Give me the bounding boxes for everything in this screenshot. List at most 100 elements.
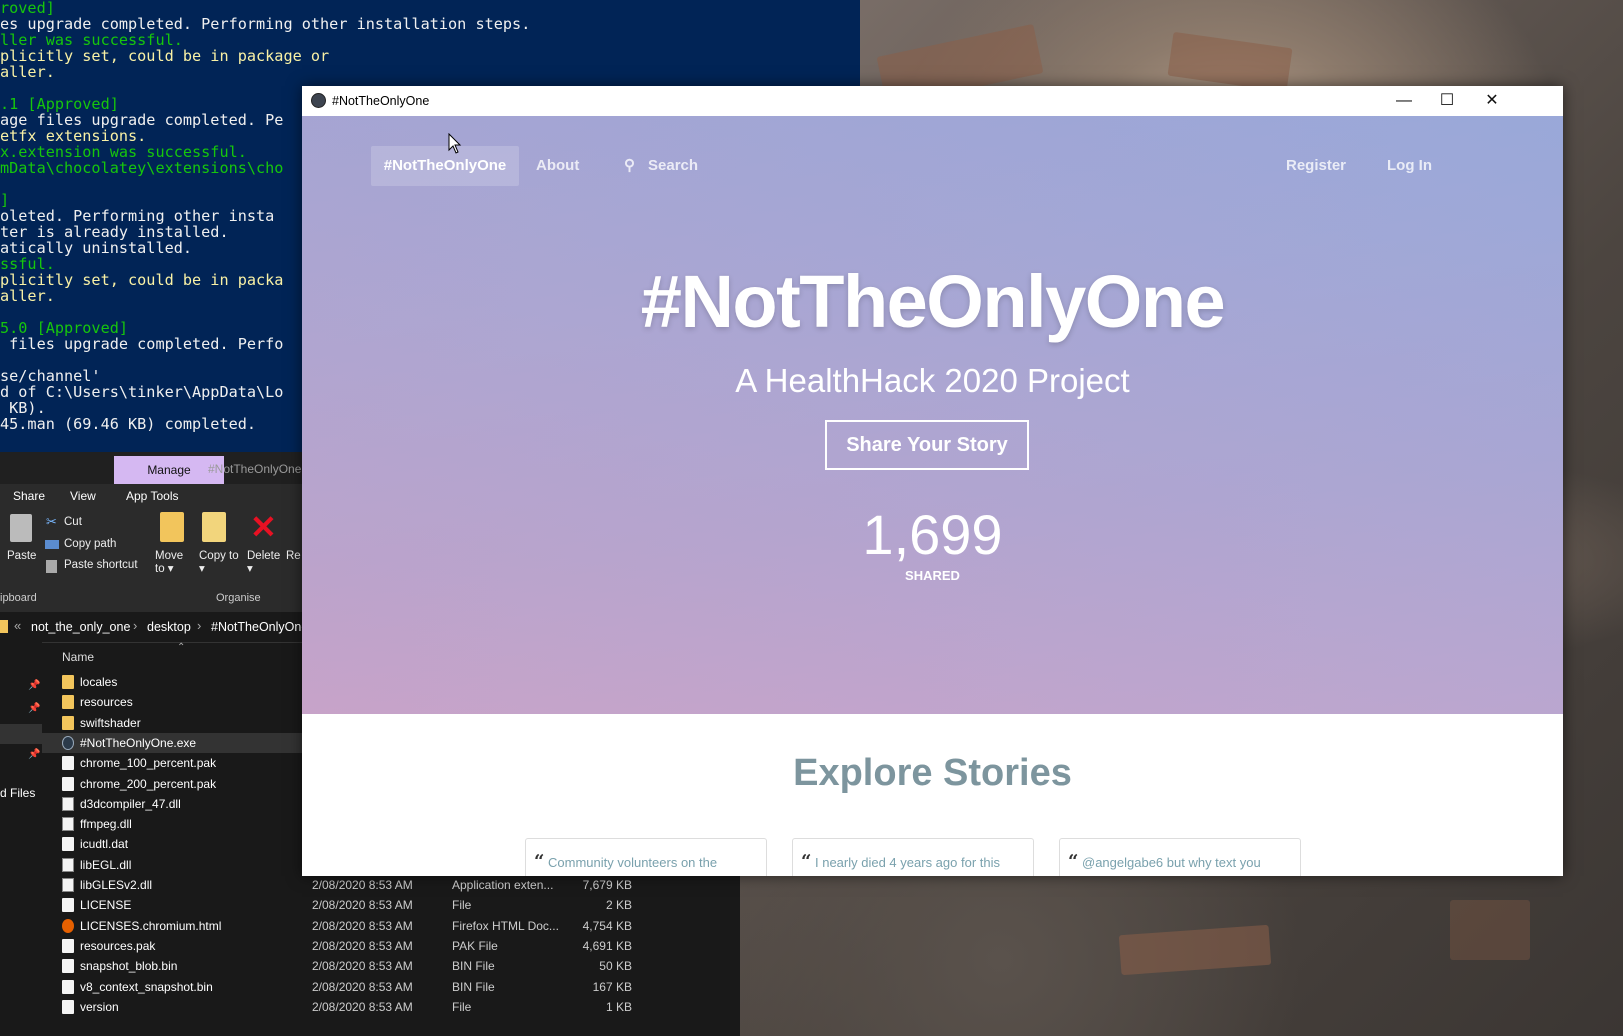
rename-button[interactable]: Re [286,550,301,562]
wallpaper-detail [1167,31,1293,93]
file-size: 50 KB [599,959,632,974]
tab-view[interactable]: View [70,489,96,503]
folder-icon [62,715,74,730]
file-type: Application exten... [452,878,554,892]
nav-login-link[interactable]: Log In [1387,157,1432,174]
paste-button[interactable]: Paste [7,550,36,562]
story-card[interactable]: “ I nearly died 4 years ago for this [792,838,1034,876]
nav-item-label[interactable]: d Files [0,786,35,800]
file-row[interactable]: version 2/08/2020 8:53 AM File 1 KB [42,997,740,1017]
chevron-left-icon: « [14,618,22,633]
hero-subtitle: A HealthHack 2020 Project [735,362,1130,399]
maximize-button[interactable]: ☐ [1424,86,1470,116]
share-your-story-button[interactable]: Share Your Story [825,420,1029,470]
firefox-icon [62,918,74,933]
file-size: 2 KB [605,898,632,913]
hero-title: #NotTheOnlyOne [640,260,1226,343]
file-row[interactable]: v8_context_snapshot.bin 2/08/2020 8:53 AM… [42,977,740,997]
column-header-name[interactable]: Name [62,650,94,664]
hero-gradient [302,116,1563,714]
nav-brand-link[interactable]: #NotTheOnlyOne [371,146,519,186]
file-row[interactable]: resources.pak 2/08/2020 8:53 AM PAK File 4,… [42,936,740,956]
file-name: swiftshader [80,715,141,730]
file-date: 2/08/2020 8:53 AM [312,938,413,953]
breadcrumb-item[interactable]: not_the_only_one [31,620,130,634]
organise-group-label: Organise [216,592,261,604]
file-icon [62,776,74,791]
paste-icon[interactable] [10,514,32,542]
file-name: resources [80,695,133,710]
story-excerpt[interactable]: @angelgabe6 but why text you [1082,855,1261,870]
breadcrumb-item[interactable]: #NotTheOnlyOne [211,620,308,634]
file-name: resources.pak [80,938,156,953]
move-to-button[interactable]: Move to ▾ [155,550,195,576]
file-name: ffmpeg.dll [80,817,132,832]
folder-icon [62,695,74,710]
app-content: #NotTheOnlyOne About ⚲ Search Register L… [302,116,1563,876]
file-name: snapshot_blob.bin [80,959,178,974]
wallpaper-detail [1450,900,1530,960]
file-name: LICENSE [80,898,132,913]
file-row[interactable]: snapshot_blob.bin 2/08/2020 8:53 AM BIN Fi… [42,956,740,976]
sort-up-icon: ⌃ [177,642,186,653]
copy-path-button[interactable]: Copy path [64,538,116,550]
file-name: LICENSES.chromium.html [80,918,222,933]
delete-icon[interactable]: ✕ [250,508,277,546]
story-excerpt[interactable]: Community volunteers on the [548,855,717,870]
story-card[interactable]: “ Community volunteers on the [525,838,767,876]
explore-section: Explore Stories “ Community volunteers o… [302,714,1563,876]
file-date: 2/08/2020 8:53 AM [312,999,413,1014]
explore-stories-heading: Explore Stories [793,752,1072,794]
clipboard-group-label: ipboard [0,592,37,604]
scissors-icon: ✂ [46,514,57,529]
dll-file-icon [62,857,74,872]
file-row[interactable]: LICENSE 2/08/2020 8:53 AM File 2 KB [42,895,740,915]
copy-to-icon[interactable] [202,512,226,542]
pin-icon: 📌 [28,680,41,691]
search-icon[interactable]: ⚲ [624,156,635,174]
shared-count: 1,699 [862,503,1003,566]
pin-icon: 📌 [28,703,41,714]
breadcrumb-item[interactable]: desktop [147,620,191,634]
minimize-button[interactable]: — [1381,86,1427,116]
move-to-icon[interactable] [160,512,184,542]
terminal-line: roved] [0,0,55,17]
paste-shortcut-button[interactable]: Paste shortcut [64,559,138,571]
pin-icon: 📌 [28,749,41,760]
cut-button[interactable]: Cut [64,516,82,528]
navigation-pane[interactable]: 📌 📌 📌 📌 d Files [0,642,42,1036]
nav-register-link[interactable]: Register [1286,157,1346,174]
file-type: BIN File [452,979,495,994]
file-type: PAK File [452,938,498,953]
app-exe-icon [62,735,74,750]
close-button[interactable]: ✕ [1469,86,1515,116]
story-excerpt[interactable]: I nearly died 4 years ago for this [815,855,1000,870]
file-name: chrome_200_percent.pak [80,776,217,791]
file-icon [62,979,74,994]
nav-search-link[interactable]: Search [648,157,698,174]
delete-button[interactable]: Delete ▾ [247,550,287,576]
tab-app-tools[interactable]: App Tools [126,489,178,503]
file-size: 1 KB [605,999,632,1014]
story-card[interactable]: “ @angelgabe6 but why text you [1059,838,1301,876]
file-date: 2/08/2020 8:53 AM [312,959,413,974]
copy-path-icon [45,540,59,549]
app-window-title: #NotTheOnlyOne [332,94,430,108]
copy-to-button[interactable]: Copy to ▾ [199,550,239,576]
file-icon [62,756,74,771]
quote-icon: “ [1068,851,1079,872]
dll-file-icon [62,817,74,832]
terminal-line: ller was successful. [0,31,183,49]
tab-share[interactable]: Share [13,489,45,503]
file-date: 2/08/2020 8:53 AM [312,878,413,892]
app-window[interactable]: #NotTheOnlyOne — ☐ ✕ #NotTheOnlyOne Abou… [302,86,1563,876]
terminal-line: es upgrade completed. Performing other i… [0,15,531,33]
file-row[interactable]: libGLESv2.dll 2/08/2020 8:53 AM Applicatio… [42,875,740,895]
app-titlebar[interactable]: #NotTheOnlyOne — ☐ ✕ [302,86,1563,116]
file-type: File [452,999,472,1014]
file-row[interactable]: LICENSES.chromium.html 2/08/2020 8:53 AM F… [42,916,740,936]
nav-about-link[interactable]: About [536,157,579,174]
file-date: 2/08/2020 8:53 AM [312,979,413,994]
nav-item-selected[interactable] [0,724,42,744]
dll-file-icon [62,878,74,892]
